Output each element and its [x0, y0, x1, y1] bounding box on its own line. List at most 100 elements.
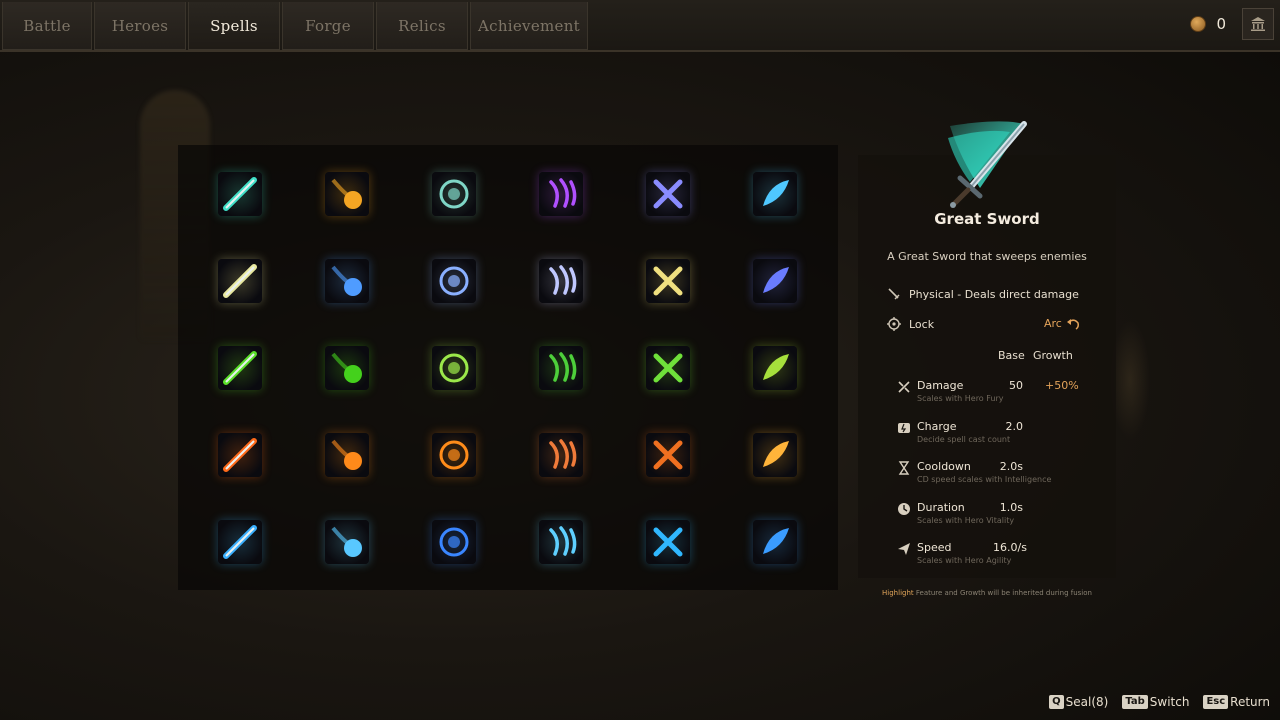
- spell-type-row: Physical - Deals direct damage: [887, 287, 1079, 301]
- great-sword-art-icon: [940, 118, 1030, 208]
- temple-icon: [1251, 17, 1265, 31]
- spell-slot[interactable]: [186, 150, 293, 237]
- codex-button[interactable]: [1242, 8, 1274, 40]
- spell-slot[interactable]: [721, 237, 828, 324]
- spell-type-text: Physical - Deals direct damage: [909, 287, 1079, 301]
- stat-name: Charge: [917, 419, 957, 433]
- currency-area: 0: [1190, 6, 1274, 42]
- spell-slot[interactable]: [293, 498, 400, 585]
- column-growth-header: Growth: [1033, 349, 1073, 362]
- spell-slot[interactable]: [400, 411, 507, 498]
- tab-achievement[interactable]: Achievement: [470, 2, 588, 50]
- stat-description: Scales with Hero Vitality: [917, 515, 1015, 525]
- spell-slot[interactable]: [293, 237, 400, 324]
- spell-slot[interactable]: [400, 324, 507, 411]
- footnote-text: Feature and Growth will be inherited dur…: [915, 589, 1092, 597]
- hint-seal[interactable]: Q Seal(8): [1049, 695, 1108, 709]
- lava-orb-icon: [645, 432, 690, 477]
- spell-slot[interactable]: [614, 237, 721, 324]
- sword-type-icon: [888, 288, 900, 300]
- flame-slash-icon: [752, 432, 797, 477]
- spell-slot[interactable]: [614, 498, 721, 585]
- spell-slot[interactable]: [186, 498, 293, 585]
- hint-key: Tab: [1122, 695, 1148, 709]
- stat-description: Decide spell cast count: [917, 434, 1011, 444]
- stat-row-duration: Duration Scales with Hero Vitality 1.0s: [897, 501, 1107, 533]
- arcane-claws-icon: [538, 171, 583, 216]
- ice-comet-icon: [217, 519, 262, 564]
- stat-description: Scales with Hero Agility: [917, 556, 1012, 566]
- spell-slot[interactable]: [614, 150, 721, 237]
- frost-axe-icon: [324, 519, 369, 564]
- speed-icon: [898, 543, 910, 556]
- tab-forge[interactable]: Forge: [282, 2, 374, 50]
- thunder-hammer-icon: [324, 258, 369, 303]
- ice-burst-icon: [752, 519, 797, 564]
- ice-shards-icon: [431, 519, 476, 564]
- background-candle-glow: [1110, 320, 1150, 440]
- cyclone-icon: [645, 258, 690, 303]
- acid-orb-icon: [324, 345, 369, 390]
- spell-slot[interactable]: [721, 324, 828, 411]
- stat-description: Scales with Hero Fury: [917, 394, 1004, 403]
- lightning-storm-icon: [217, 258, 262, 303]
- tab-battle[interactable]: Battle: [2, 2, 92, 50]
- spell-slot[interactable]: [400, 237, 507, 324]
- spell-slot[interactable]: [400, 150, 507, 237]
- spell-slot[interactable]: [721, 411, 828, 498]
- stat-name: Damage: [917, 379, 964, 392]
- stat-row-cooldown: Cooldown CD speed scales with Intelligenc…: [897, 460, 1107, 492]
- flame-bolt-icon: [217, 432, 262, 477]
- hint-label: Switch: [1149, 695, 1190, 709]
- charge-icon: [898, 422, 910, 433]
- stat-base-value: 2.0s: [999, 460, 1023, 474]
- spell-slot[interactable]: [721, 498, 828, 585]
- hint-return[interactable]: Esc Return: [1203, 695, 1270, 709]
- coin-icon: [1190, 16, 1207, 32]
- stat-base-value: 16.0/s: [993, 541, 1027, 555]
- frost-trail-icon: [538, 519, 583, 564]
- spell-slot[interactable]: [186, 237, 293, 324]
- spell-slot[interactable]: [614, 411, 721, 498]
- fireball-comet-icon: [324, 171, 369, 216]
- spell-slot[interactable]: [507, 498, 614, 585]
- hint-switch[interactable]: Tab Switch: [1122, 695, 1189, 709]
- spell-slot[interactable]: [293, 411, 400, 498]
- stat-name: Speed: [917, 541, 952, 555]
- stat-base-value: 50: [1009, 379, 1023, 392]
- tab-relics[interactable]: Relics: [376, 2, 468, 50]
- spell-slot[interactable]: [293, 150, 400, 237]
- spell-slot[interactable]: [614, 324, 721, 411]
- tab-spells[interactable]: Spells: [188, 2, 280, 50]
- tab-heroes[interactable]: Heroes: [94, 2, 186, 50]
- hint-key: Q: [1049, 695, 1064, 709]
- hint-key: Esc: [1203, 695, 1229, 709]
- hint-label: Seal(8): [1065, 695, 1109, 709]
- wind-crescent-icon: [431, 258, 476, 303]
- spell-slot[interactable]: [721, 150, 828, 237]
- stat-description: CD speed scales with Intelligence: [917, 475, 1052, 485]
- stat-name: Cooldown: [917, 460, 971, 474]
- target-icon: [887, 317, 901, 331]
- stat-name: Duration: [917, 500, 965, 514]
- cross-slash-icon: [645, 171, 690, 216]
- spell-name: Great Sword: [934, 210, 1040, 228]
- spell-slot[interactable]: [186, 411, 293, 498]
- leaf-blade-icon: [431, 345, 476, 390]
- hint-label: Return: [1230, 695, 1270, 709]
- spirit-wings-icon: [538, 258, 583, 303]
- spell-slot[interactable]: [186, 324, 293, 411]
- spell-slot[interactable]: [507, 237, 614, 324]
- spell-slot[interactable]: [293, 324, 400, 411]
- nature-leaf-icon: [645, 345, 690, 390]
- key-hints: Q Seal(8) Tab Switch Esc Return: [1049, 695, 1270, 709]
- spell-slot[interactable]: [507, 411, 614, 498]
- spell-slot[interactable]: [507, 324, 614, 411]
- crystal-orb-icon: [752, 258, 797, 303]
- cooldown-icon: [898, 461, 910, 475]
- spell-slot[interactable]: [507, 150, 614, 237]
- poison-swirl-icon: [217, 345, 262, 390]
- fusion-footnote: Highlight Feature and Growth will be inh…: [858, 589, 1116, 597]
- spell-slot[interactable]: [400, 498, 507, 585]
- rune-shield-icon: [431, 171, 476, 216]
